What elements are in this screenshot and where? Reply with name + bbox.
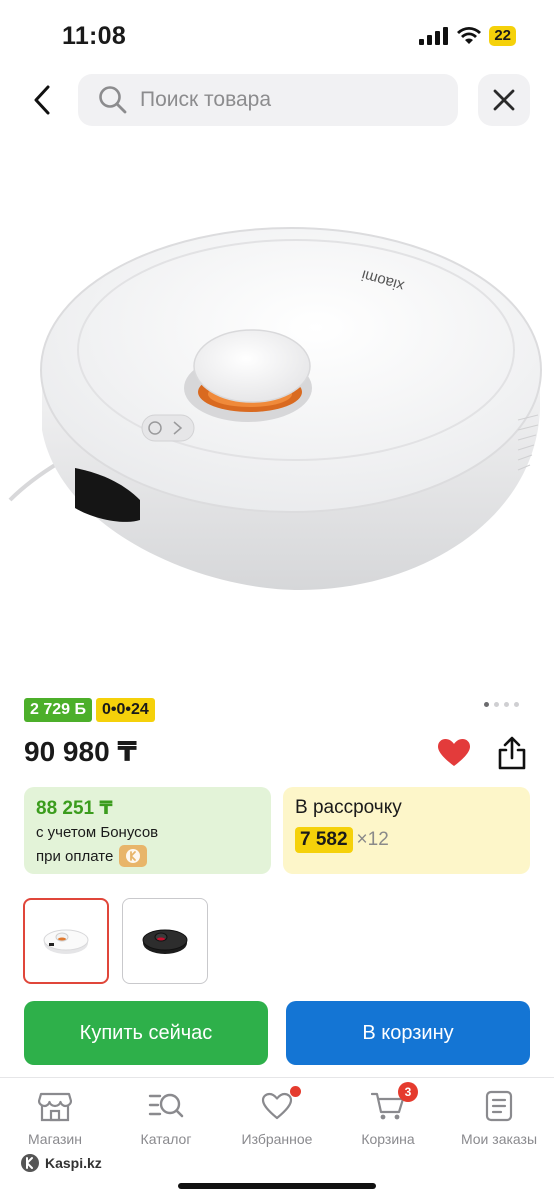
orders-icon (481, 1086, 517, 1126)
pager-dot (504, 702, 509, 707)
black-vacuum-thumb-image (142, 929, 188, 954)
signal-icon (419, 27, 449, 45)
nav-item-store[interactable]: Магазин (0, 1086, 110, 1147)
buy-now-button[interactable]: Купить сейчас (24, 1001, 268, 1065)
nav-label-favorites: Избранное (241, 1131, 313, 1147)
installment-badge: 0•0•24 (95, 698, 155, 722)
nav-label-orders: Мои заказы (460, 1131, 538, 1147)
pager-dot-active (484, 702, 489, 707)
bottom-nav: Магазин Каталог Избранное 3 Корзина Мои … (0, 1077, 554, 1200)
add-to-cart-button[interactable]: В корзину (286, 1001, 530, 1065)
cart-count-badge: 3 (398, 1082, 418, 1102)
installment-term: ×12 (356, 829, 389, 850)
heart-filled-icon (438, 739, 470, 766)
nav-item-favorites[interactable]: Избранное (222, 1086, 332, 1147)
status-icons: 22 (419, 26, 516, 46)
bonus-badge: 2 729 Б (24, 698, 92, 722)
white-vacuum-thumb-image (43, 929, 89, 954)
home-indicator[interactable] (178, 1183, 376, 1189)
search-input[interactable]: Поиск товара (78, 74, 458, 126)
installment-card[interactable]: В рассрочку 7 582 ×12 (283, 787, 530, 874)
nav-item-cart[interactable]: 3 Корзина (333, 1082, 443, 1147)
payment-note: при оплате (36, 847, 114, 865)
search-placeholder: Поиск товара (140, 88, 272, 111)
nav-label-cart: Корзина (361, 1131, 415, 1147)
bonus-note: с учетом Бонусов (36, 824, 159, 841)
variant-black-thumbnail[interactable] (122, 898, 208, 984)
product-price: 90 980 ₸ (24, 736, 137, 767)
share-button[interactable] (494, 733, 530, 773)
back-button[interactable] (22, 78, 62, 122)
nav-item-orders[interactable]: Мои заказы (444, 1086, 554, 1147)
favorites-notification-dot (290, 1086, 301, 1097)
favorite-button[interactable] (436, 735, 472, 771)
kaspi-brand-name: Kaspi.kz (45, 1155, 102, 1171)
kaspi-logo-icon (21, 1154, 39, 1172)
battery-indicator: 22 (489, 26, 516, 46)
nav-label-catalog: Каталог (140, 1131, 192, 1147)
installment-title: В рассрочку (295, 797, 402, 818)
robot-vacuum-image: xiaomi (8, 227, 542, 590)
header: Поиск товара (0, 72, 554, 128)
wifi-icon (457, 27, 482, 44)
promo-badges: 2 729 Б 0•0•24 (24, 698, 155, 722)
catalog-search-icon (148, 1086, 184, 1126)
search-icon (99, 86, 127, 114)
kaspi-brand: Kaspi.kz (20, 1153, 102, 1173)
heart-icon (259, 1086, 301, 1126)
installment-row: 7 582 ×12 (295, 827, 518, 853)
close-button[interactable] (478, 74, 530, 126)
nav-item-catalog[interactable]: Каталог (111, 1086, 221, 1147)
product-image[interactable]: xiaomi (0, 190, 554, 630)
pager-dot (514, 702, 519, 707)
cart-icon: 3 (370, 1082, 418, 1126)
kaspi-pay-icon (119, 845, 148, 867)
status-bar: 11:08 22 (0, 0, 554, 70)
store-icon (37, 1086, 73, 1126)
chevron-left-icon (34, 85, 50, 115)
pager-dot (494, 702, 499, 707)
nav-label-store: Магазин (27, 1131, 82, 1147)
installment-amount: 7 582 (295, 827, 353, 853)
payment-note-row: при оплате (36, 845, 259, 867)
share-icon (498, 736, 526, 770)
bonus-price: 88 251 ₸ (36, 798, 113, 819)
image-pager (484, 702, 519, 707)
bonus-price-card[interactable]: 88 251 ₸ с учетом Бонусов при оплате (24, 787, 271, 874)
variant-white-thumbnail[interactable] (23, 898, 109, 984)
status-time: 11:08 (62, 22, 127, 50)
close-icon (493, 89, 515, 111)
